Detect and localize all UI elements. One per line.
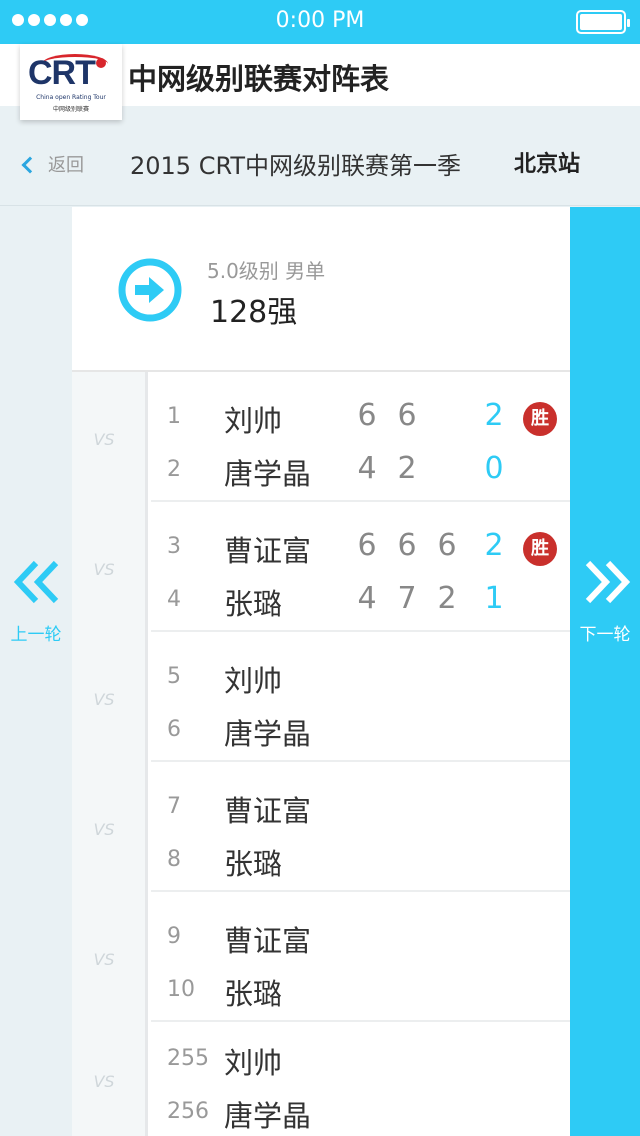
battery-icon bbox=[576, 10, 630, 34]
set-score: 6 bbox=[397, 398, 417, 433]
set-score: 6 bbox=[397, 528, 417, 563]
match-card[interactable]: 3 曹证富 6 6 6 2 胜 4 张璐 4 7 2 1 bbox=[151, 502, 570, 632]
match-card[interactable]: 255 刘帅 256 唐学晶 bbox=[151, 1014, 570, 1136]
back-button[interactable]: 返回 bbox=[21, 151, 84, 177]
player-row: 7 曹证富 bbox=[151, 786, 570, 828]
player-seed: 3 bbox=[167, 534, 181, 559]
season-title: 2015 CRT中网级别联赛第一季 bbox=[130, 152, 462, 180]
breadcrumb-bar: 返回 2015 CRT中网级别联赛第一季 北京站 bbox=[0, 106, 640, 206]
player-row: 256 唐学晶 bbox=[151, 1091, 570, 1133]
round-size: 128强 bbox=[210, 295, 298, 330]
next-round-button[interactable]: 下一轮 bbox=[570, 207, 640, 1136]
arrow-right-circle-icon[interactable] bbox=[118, 258, 182, 322]
status-time: 0:00 PM bbox=[275, 8, 365, 33]
player-name[interactable]: 曹证富 bbox=[224, 918, 311, 960]
player-seed: 7 bbox=[167, 794, 181, 819]
match-card[interactable]: 7 曹证富 8 张璐 bbox=[151, 762, 570, 892]
vs-label: VS bbox=[93, 430, 115, 449]
set-score: 2 bbox=[397, 451, 417, 486]
set-score: 7 bbox=[397, 581, 417, 616]
player-name[interactable]: 唐学晶 bbox=[224, 711, 311, 753]
player-name[interactable]: 张璐 bbox=[224, 841, 282, 883]
page-title: 中网级别联赛对阵表 bbox=[128, 62, 390, 96]
prev-round-button[interactable]: 上一轮 bbox=[0, 207, 72, 1136]
player-row: 255 刘帅 bbox=[151, 1038, 570, 1080]
vs-label: VS bbox=[93, 1072, 115, 1091]
sets-won: 2 bbox=[484, 528, 504, 563]
sets-won: 2 bbox=[484, 398, 504, 433]
vs-label: VS bbox=[93, 690, 115, 709]
match-card[interactable]: 5 刘帅 6 唐学晶 bbox=[151, 632, 570, 762]
player-row: 1 刘帅 6 6 2 胜 bbox=[151, 396, 570, 438]
winner-badge: 胜 bbox=[523, 532, 557, 566]
station-selector[interactable]: 北京站 bbox=[514, 146, 580, 178]
status-bar: 0:00 PM bbox=[0, 0, 640, 44]
double-chevron-left-icon bbox=[13, 560, 59, 604]
round-header: 5.0级别 男单 128强 bbox=[72, 207, 570, 372]
player-name[interactable]: 曹证富 bbox=[224, 788, 311, 830]
bracket-panel: 5.0级别 男单 128强 VS VS VS VS VS VS 1 刘帅 6 6 2 胜 2 唐学晶 4 2… bbox=[72, 207, 570, 1136]
double-chevron-right-icon bbox=[585, 560, 631, 604]
vs-label: VS bbox=[93, 950, 115, 969]
player-name[interactable]: 曹证富 bbox=[224, 528, 311, 570]
set-score: 6 bbox=[357, 398, 377, 433]
next-round-label: 下一轮 bbox=[579, 625, 631, 645]
set-score: 2 bbox=[437, 581, 457, 616]
back-label: 返回 bbox=[48, 155, 84, 176]
player-name[interactable]: 张璐 bbox=[224, 581, 282, 623]
player-seed: 9 bbox=[167, 924, 181, 949]
sets-won: 1 bbox=[484, 581, 504, 616]
player-name[interactable]: 唐学晶 bbox=[224, 1093, 311, 1135]
player-row: 6 唐学晶 bbox=[151, 709, 570, 751]
winner-badge: 胜 bbox=[523, 402, 557, 436]
vs-column: VS VS VS VS VS VS bbox=[72, 372, 148, 1136]
player-seed: 10 bbox=[167, 977, 195, 1002]
chevron-left-icon bbox=[21, 156, 39, 174]
set-score: 6 bbox=[357, 528, 377, 563]
crt-logo[interactable]: CRT China open Rating Tour 中网级别联赛 bbox=[20, 44, 122, 120]
sets-won: 0 bbox=[484, 451, 504, 486]
set-score: 4 bbox=[357, 451, 377, 486]
player-row: 3 曹证富 6 6 6 2 胜 bbox=[151, 526, 570, 568]
player-row: 9 曹证富 bbox=[151, 916, 570, 958]
player-seed: 255 bbox=[167, 1046, 209, 1071]
player-row: 10 张璐 bbox=[151, 969, 570, 1011]
player-row: 8 张璐 bbox=[151, 839, 570, 881]
player-name[interactable]: 刘帅 bbox=[224, 398, 282, 440]
player-name[interactable]: 刘帅 bbox=[224, 1040, 282, 1082]
player-row: 5 刘帅 bbox=[151, 656, 570, 698]
player-row: 2 唐学晶 4 2 0 bbox=[151, 449, 570, 491]
logo-subtitle-cn: 中网级别联赛 bbox=[52, 106, 89, 113]
round-category: 5.0级别 男单 bbox=[207, 259, 326, 283]
app-header: CRT China open Rating Tour 中网级别联赛 中网级别联赛… bbox=[0, 44, 640, 120]
vs-label: VS bbox=[93, 560, 115, 579]
player-name[interactable]: 唐学晶 bbox=[224, 451, 311, 493]
player-seed: 4 bbox=[167, 587, 181, 612]
vs-label: VS bbox=[93, 820, 115, 839]
logo-text: CRT bbox=[28, 54, 96, 92]
match-card[interactable]: 9 曹证富 10 张璐 bbox=[151, 892, 570, 1022]
logo-subtitle: China open Rating Tour bbox=[36, 94, 106, 101]
player-seed: 5 bbox=[167, 664, 181, 689]
player-seed: 6 bbox=[167, 717, 181, 742]
player-seed: 2 bbox=[167, 457, 181, 482]
player-name[interactable]: 刘帅 bbox=[224, 658, 282, 700]
match-card[interactable]: 1 刘帅 6 6 2 胜 2 唐学晶 4 2 0 bbox=[151, 372, 570, 502]
player-seed: 1 bbox=[167, 404, 181, 429]
player-row: 4 张璐 4 7 2 1 bbox=[151, 579, 570, 621]
set-score: 6 bbox=[437, 528, 457, 563]
player-name[interactable]: 张璐 bbox=[224, 971, 282, 1013]
player-seed: 8 bbox=[167, 847, 181, 872]
player-seed: 256 bbox=[167, 1099, 209, 1124]
prev-round-label: 上一轮 bbox=[10, 625, 62, 645]
set-score: 4 bbox=[357, 581, 377, 616]
